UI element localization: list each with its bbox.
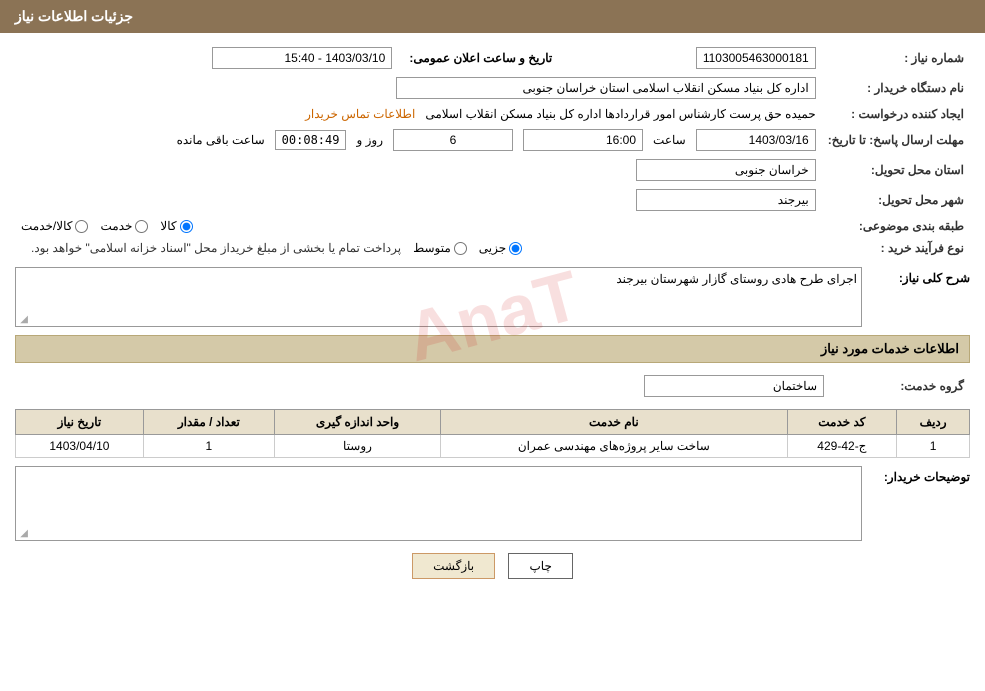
ijad-value: حمیده حق پرست کارشناس امور قراردادها ادا… (15, 103, 822, 125)
sharh-section: شرح کلی نیاز: ◢ (15, 267, 970, 327)
sharh-label: شرح کلی نیاز: (870, 267, 970, 285)
khedmat-label: خدمت (100, 219, 132, 233)
services-table: ردیف کد خدمت نام خدمت واحد اندازه گیری ت… (15, 409, 970, 458)
kala-label: کالا (160, 219, 176, 233)
shmare-niaz-box: 1103005463000181 (696, 47, 816, 69)
motevaset-label: متوسط (413, 241, 451, 255)
baqi-label: ساعت باقی مانده (177, 133, 265, 147)
grooh-box: ساختمان (644, 375, 824, 397)
tosif-resize: ◢ (18, 528, 28, 538)
ostan-box: خراسان جنوبی (636, 159, 816, 181)
tabaqe-row: کالا/خدمت خدمت کالا (15, 215, 822, 237)
shahr-value: بیرجند (15, 185, 822, 215)
kala-khedmat-label: کالا/خدمت (21, 219, 72, 233)
name-dastgah-value: اداره کل بنیاد مسکن انقلاب اسلامی استان … (15, 73, 822, 103)
radio-jozyi-input[interactable] (509, 242, 522, 255)
tabaqe-group: کالا/خدمت خدمت کالا (21, 219, 816, 233)
col-tedad: تعداد / مقدار (143, 410, 274, 435)
nooe-row: پرداخت تمام یا بخشی از مبلغ خریداز محل "… (15, 237, 822, 259)
table-header-row: ردیف کد خدمت نام خدمت واحد اندازه گیری ت… (16, 410, 970, 435)
grooh-value: ساختمان (15, 371, 830, 401)
page-wrapper: جزئیات اطلاعات نیاز AnaT شماره نیاز : 11… (0, 0, 985, 691)
nooe-label: نوع فرآیند خرید : (822, 237, 970, 259)
radio-kala-input[interactable] (180, 220, 193, 233)
saat-value: 16:00 (523, 129, 643, 151)
section2-title: اطلاعات خدمات مورد نیاز (15, 335, 970, 363)
name-dastgah-label: نام دستگاه خریدار : (822, 73, 970, 103)
radio-kala-khedmat-input[interactable] (75, 220, 88, 233)
radio-kala: کالا (160, 219, 192, 233)
nooe-group: پرداخت تمام یا بخشی از مبلغ خریداز محل "… (21, 241, 816, 255)
ostan-value: خراسان جنوبی (15, 155, 822, 185)
nooe-desc: پرداخت تمام یا بخشی از مبلغ خریداز محل "… (31, 241, 401, 255)
radio-motevaset: متوسط (413, 241, 467, 255)
header-title: جزئیات اطلاعات نیاز (15, 8, 133, 24)
baqi-value: 00:08:49 (275, 130, 347, 150)
ijad-text: حمیده حق پرست کارشناس امور قراردادها ادا… (425, 107, 815, 121)
jozyi-label: جزیی (479, 241, 506, 255)
col-radif: ردیف (897, 410, 970, 435)
shahr-label: شهر محل تحویل: (822, 185, 970, 215)
radio-khedmat: خدمت (100, 219, 148, 233)
ostan-label: استان محل تحویل: (822, 155, 970, 185)
button-row: چاپ بازگشت (15, 553, 970, 579)
table-row: 1ج-42-429ساخت سایر پروژه‌های مهندسی عمرا… (16, 435, 970, 458)
rooz-label: روز و (356, 133, 383, 147)
radio-jozyi: جزیی (479, 241, 522, 255)
tarikh-announce-label: تاریخ و ساعت اعلان عمومی: (398, 43, 558, 73)
tosif-section: توضیحات خریدار: ◢ (15, 466, 970, 541)
col-vahed: واحد اندازه گیری (274, 410, 440, 435)
tosif-area: ◢ (15, 466, 862, 541)
tabaqe-label: طبقه بندی موضوعی: (822, 215, 970, 237)
col-name: نام خدمت (441, 410, 787, 435)
tarikh-announce-value: 1403/03/10 - 15:40 (15, 43, 398, 73)
page-header: جزئیات اطلاعات نیاز (0, 0, 985, 33)
tarikh-announce-box: 1403/03/10 - 15:40 (212, 47, 392, 69)
ijad-label: ایجاد کننده درخواست : (822, 103, 970, 125)
col-code: کد خدمت (787, 410, 897, 435)
tosif-textarea[interactable] (16, 467, 861, 537)
resize-handle: ◢ (18, 314, 28, 324)
main-content: AnaT شماره نیاز : 1103005463000181 تاریخ… (0, 33, 985, 599)
grooh-table: گروه خدمت: ساختمان (15, 371, 970, 401)
sharh-area: ◢ (15, 267, 862, 327)
date-value: 1403/03/16 (696, 129, 816, 151)
shmare-niaz-value: 1103005463000181 (558, 43, 821, 73)
shmare-niaz-label: شماره نیاز : (822, 43, 970, 73)
sharh-textarea[interactable] (16, 268, 861, 323)
shahr-box: بیرجند (636, 189, 816, 211)
tosif-label: توضیحات خریدار: (870, 466, 970, 484)
info-section: شماره نیاز : 1103005463000181 تاریخ و سا… (15, 43, 970, 259)
saat-label: ساعت (653, 133, 686, 147)
chap-button[interactable]: چاپ (508, 553, 572, 579)
radio-motevaset-input[interactable] (454, 242, 467, 255)
rooz-value: 6 (393, 129, 513, 151)
radio-kala-khedmat: کالا/خدمت (21, 219, 88, 233)
mohlet-row: 1403/03/16 ساعت 16:00 6 روز و 00:08:49 س… (15, 125, 822, 155)
bazgasht-button[interactable]: بازگشت (412, 553, 495, 579)
grooh-label: گروه خدمت: (830, 371, 970, 401)
mohlet-label: مهلت ارسال پاسخ: تا تاریخ: (822, 125, 970, 155)
etelaaat-link[interactable]: اطلاعات تماس خریدار (305, 107, 415, 121)
col-tarikh: تاریخ نیاز (16, 410, 144, 435)
name-dastgah-box: اداره کل بنیاد مسکن انقلاب اسلامی استان … (396, 77, 816, 99)
radio-khedmat-input[interactable] (135, 220, 148, 233)
